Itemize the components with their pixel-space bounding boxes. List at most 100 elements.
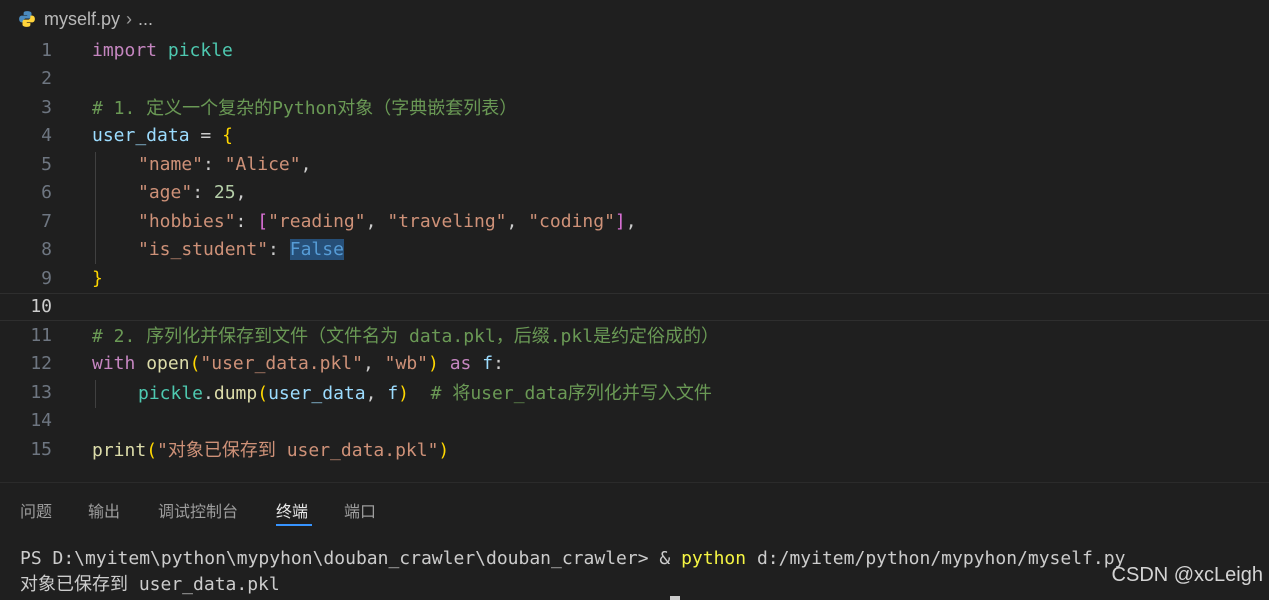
token-keyword: with bbox=[92, 353, 136, 374]
code-line[interactable]: 8 "is_student": False bbox=[0, 236, 1269, 264]
token-keyword: import bbox=[92, 39, 158, 61]
code-line[interactable]: 14 bbox=[0, 407, 1269, 435]
token-bracket: [ bbox=[257, 210, 269, 232]
terminal-command: python bbox=[681, 548, 747, 569]
token-bracket: { bbox=[222, 125, 233, 146]
token-string: "对象已保存到 user_data.pkl" bbox=[157, 440, 439, 461]
line-number: 12 bbox=[30, 353, 52, 374]
code-line[interactable]: 5 "name": "Alice", bbox=[0, 150, 1269, 178]
token-bracket: ( bbox=[257, 383, 269, 404]
code-line[interactable]: 1 import pickle bbox=[0, 36, 1269, 64]
token-keyword: as bbox=[449, 353, 472, 374]
token-punct: , bbox=[300, 153, 312, 175]
code-line[interactable]: 9 } bbox=[0, 264, 1269, 292]
token-string: "reading" bbox=[268, 210, 366, 232]
panel-divider bbox=[0, 482, 1269, 483]
code-line[interactable]: 15 print("对象已保存到 user_data.pkl") bbox=[0, 435, 1269, 463]
terminal-prompt: PS D:\myitem\python\mypyhon\douban_crawl… bbox=[20, 548, 660, 569]
token-string: "age" bbox=[138, 182, 193, 203]
chevron-right-icon: › bbox=[126, 8, 133, 29]
line-number: 11 bbox=[30, 324, 52, 346]
terminal-output: 对象已保存到 user_data.pkl bbox=[20, 574, 280, 595]
code-line[interactable]: 11 # 2. 序列化并保存到文件（文件名为 data.pkl，后缀.pkl是约… bbox=[0, 321, 1269, 349]
terminal-command-line: PS D:\myitem\python\mypyhon\douban_crawl… bbox=[20, 546, 1260, 572]
token-string: "traveling" bbox=[387, 210, 507, 232]
code-line[interactable]: 13 pickle.dump(user_data, f) # 将user_dat… bbox=[0, 378, 1269, 406]
token-variable: user_data bbox=[92, 125, 190, 146]
token-bracket: ] bbox=[614, 210, 626, 232]
token-bracket: ) bbox=[428, 353, 439, 374]
line-number: 2 bbox=[41, 68, 52, 89]
line-number: 9 bbox=[41, 267, 52, 289]
terminal-argument: d:/myitem/python/mypyhon/myself.py bbox=[746, 548, 1126, 569]
token-punct: : bbox=[192, 182, 214, 203]
token-comment: # 2. 序列化并保存到文件（文件名为 data.pkl，后缀.pkl是约定俗成… bbox=[92, 326, 720, 347]
tab-problems[interactable]: 问题 bbox=[20, 498, 52, 522]
watermark: CSDN @xcLeigh bbox=[1111, 564, 1263, 586]
token-punct: : bbox=[235, 210, 258, 232]
token-function: print bbox=[92, 440, 147, 461]
line-number: 5 bbox=[41, 153, 52, 175]
line-number: 14 bbox=[30, 410, 52, 431]
python-file-icon bbox=[19, 11, 35, 27]
line-number: 6 bbox=[41, 182, 52, 203]
line-number: 3 bbox=[41, 96, 52, 118]
token-string: "wb" bbox=[384, 353, 429, 374]
token-variable: f bbox=[387, 383, 399, 404]
line-number: 15 bbox=[30, 438, 52, 460]
token-punct: : bbox=[493, 353, 504, 374]
token-comment: # 1. 定义一个复杂的Python对象（字典嵌套列表） bbox=[92, 98, 518, 119]
tab-debug-console[interactable]: 调试控制台 bbox=[158, 498, 238, 522]
token-string: "is_student" bbox=[138, 239, 269, 260]
token-number: 25 bbox=[213, 182, 236, 203]
terminal-cursor bbox=[670, 596, 680, 600]
panel-tabs: 问题 输出 调试控制台 终端 端口 bbox=[0, 490, 1269, 530]
token-punct: , bbox=[365, 210, 388, 232]
line-number: 1 bbox=[41, 39, 52, 61]
code-line[interactable]: 3 # 1. 定义一个复杂的Python对象（字典嵌套列表） bbox=[0, 93, 1269, 121]
line-number: 10 bbox=[30, 296, 52, 317]
breadcrumb: myself.py › ... bbox=[0, 0, 1269, 38]
code-line[interactable]: 2 bbox=[0, 65, 1269, 93]
line-number: 7 bbox=[41, 210, 52, 232]
token-punct: , bbox=[365, 383, 388, 404]
line-number: 8 bbox=[41, 239, 52, 260]
tab-terminal[interactable]: 终端 bbox=[276, 498, 308, 522]
line-number: 4 bbox=[41, 125, 52, 146]
token-punct: . bbox=[203, 383, 214, 404]
token-module: pickle bbox=[167, 39, 233, 61]
token-comment: # 将user_data序列化并写入文件 bbox=[409, 383, 712, 404]
token-string: "name" bbox=[138, 153, 204, 175]
token-bracket: ( bbox=[189, 353, 201, 374]
token-punct: , bbox=[362, 353, 385, 374]
token-variable: f bbox=[482, 353, 494, 374]
code-editor[interactable]: 1 import pickle 2 3 # 1. 定义一个复杂的Python对象… bbox=[0, 36, 1269, 476]
token-punct: , bbox=[235, 182, 247, 203]
token-string: "user_data.pkl" bbox=[200, 353, 363, 374]
tab-output[interactable]: 输出 bbox=[88, 498, 120, 522]
token-operator: = bbox=[189, 125, 223, 146]
token-punct: , bbox=[506, 210, 529, 232]
token-bracket: ) bbox=[398, 383, 409, 404]
terminal[interactable]: PS D:\myitem\python\mypyhon\douban_crawl… bbox=[20, 546, 1260, 600]
token-function: dump bbox=[213, 383, 258, 404]
code-line-current[interactable]: 10 bbox=[0, 292, 1269, 321]
token-bracket: ( bbox=[146, 440, 158, 461]
token-punct: , bbox=[625, 210, 637, 232]
line-number: 13 bbox=[30, 381, 52, 403]
tab-ports[interactable]: 端口 bbox=[344, 498, 376, 522]
token-string: "coding" bbox=[528, 210, 615, 232]
breadcrumb-more[interactable]: ... bbox=[138, 9, 153, 30]
token-punct: : bbox=[268, 239, 290, 260]
code-line[interactable]: 6 "age": 25, bbox=[0, 179, 1269, 207]
code-line[interactable]: 12 with open("user_data.pkl", "wb") as f… bbox=[0, 350, 1269, 378]
breadcrumb-file[interactable]: myself.py bbox=[44, 9, 120, 30]
token-bracket: ) bbox=[438, 440, 450, 461]
token-module: pickle bbox=[138, 383, 204, 404]
token-bracket: } bbox=[92, 267, 103, 289]
code-line[interactable]: 4 user_data = { bbox=[0, 122, 1269, 150]
token-variable: user_data bbox=[268, 383, 366, 404]
code-line[interactable]: 7 "hobbies": ["reading", "traveling", "c… bbox=[0, 207, 1269, 235]
active-tab-indicator bbox=[276, 524, 312, 526]
token-punct: : bbox=[203, 153, 225, 175]
